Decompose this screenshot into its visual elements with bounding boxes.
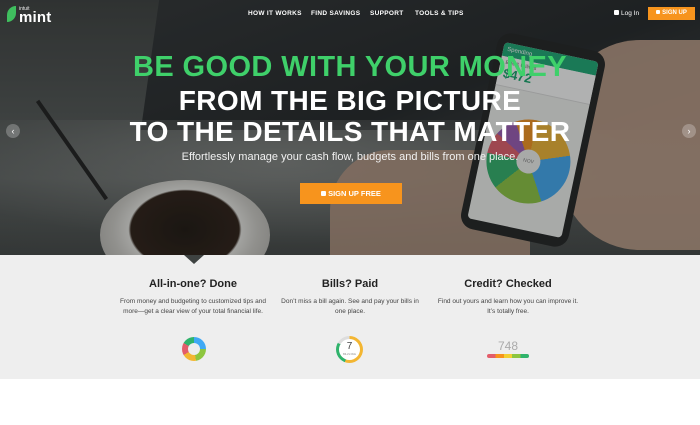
bills-due-ring-icon: 7 BILLS DUE xyxy=(336,336,363,363)
feature-title: All-in-one? Done xyxy=(149,278,237,290)
feature-credit: Credit? Checked Find out yours and learn… xyxy=(433,278,583,317)
credit-score-value: 748 xyxy=(497,339,519,353)
login-link[interactable]: Log In xyxy=(614,10,639,17)
hero-headline-line3: TO THE DETAILS THAT MATTER xyxy=(129,116,571,147)
feature-description: Find out yours and learn how you can imp… xyxy=(437,298,579,315)
leaf-icon xyxy=(7,6,16,22)
lock-icon xyxy=(656,10,661,14)
bills-due-number: 7 xyxy=(346,341,353,352)
nav-how-it-works[interactable]: HOW IT WORKS xyxy=(248,10,302,17)
logo-mint-text: mint xyxy=(19,9,52,26)
mint-logo[interactable]: intuit mint xyxy=(7,4,67,26)
top-navigation: intuit mint HOW IT WORKS FIND SAVINGS SU… xyxy=(0,0,700,28)
budget-donut-icon xyxy=(182,337,206,361)
nav-support[interactable]: SUPPORT xyxy=(370,10,404,17)
nav-find-savings[interactable]: FIND SAVINGS xyxy=(311,10,360,17)
feature-title: Credit? Checked xyxy=(464,278,552,290)
carousel-next-arrow-icon[interactable]: › xyxy=(682,124,696,138)
lock-icon xyxy=(614,10,619,15)
hero-headline-green: BE GOOD WITH YOUR MONEY xyxy=(132,51,568,83)
bills-due-caption: BILLS DUE xyxy=(343,353,356,356)
cta-label: SIGN UP FREE xyxy=(328,189,381,198)
nav-tools-tips[interactable]: TOOLS & TIPS xyxy=(415,10,464,17)
hero-section: Spending Bills & Utilities $472 NOV intu… xyxy=(0,0,700,255)
donut-center xyxy=(188,343,200,355)
feature-all-in-one: All-in-one? Done From money and budgetin… xyxy=(118,278,268,317)
feature-bills: Bills? Paid Don’t miss a bill again. See… xyxy=(275,278,425,317)
lock-icon xyxy=(321,191,327,196)
signup-free-button[interactable]: SIGN UP FREE xyxy=(300,183,402,204)
signup-label: SIGN UP xyxy=(662,10,687,16)
section-pointer xyxy=(184,255,204,264)
feature-title: Bills? Paid xyxy=(321,278,379,290)
credit-score-bar xyxy=(487,354,529,358)
signup-button[interactable]: SIGN UP xyxy=(648,7,695,20)
hero-subheadline: Effortlessly manage your cash flow, budg… xyxy=(181,151,519,163)
bill-ring-center: 7 BILLS DUE xyxy=(339,339,360,360)
carousel-prev-arrow-icon[interactable]: ‹ xyxy=(6,124,20,138)
feature-description: From money and budgeting to customized t… xyxy=(120,298,266,315)
feature-description: Don’t miss a bill again. See and pay you… xyxy=(281,298,419,315)
hero-headline-line2: FROM THE BIG PICTURE xyxy=(178,85,522,116)
login-label: Log In xyxy=(621,10,640,17)
